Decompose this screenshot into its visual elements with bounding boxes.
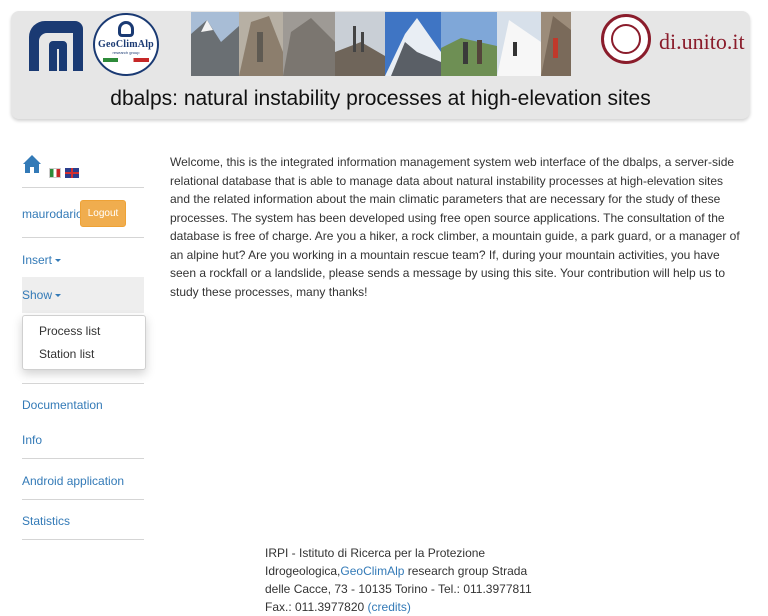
menu-item-process-list[interactable]: Process list [39, 324, 100, 338]
username-link[interactable]: maurodario [22, 207, 83, 221]
cnr-logo[interactable] [23, 15, 87, 73]
page-title: dbalps: natural instability processes at… [110, 87, 651, 110]
credits-link[interactable]: (credits) [368, 600, 411, 614]
geoclimalp-link[interactable]: GeoClimAlp [340, 564, 404, 578]
geoclimalp-sub: research group [112, 50, 140, 55]
documentation-link[interactable]: Documentation [22, 398, 103, 412]
home-icon[interactable] [22, 154, 42, 174]
insert-menu[interactable]: Insert [22, 253, 62, 267]
menu-item-station-list[interactable]: Station list [39, 347, 94, 361]
unito-seal-inner-icon [611, 24, 641, 54]
android-application-link[interactable]: Android application [22, 474, 124, 488]
site-header: GeoClimAlp research group di.unito.it db… [11, 11, 750, 119]
insert-menu-label: Insert [22, 253, 53, 267]
italy-stripe-icon [103, 58, 149, 62]
unito-logo-text[interactable]: di.unito.it [659, 29, 745, 55]
sidebar-divider [22, 383, 144, 384]
geoclimalp-mark-icon [118, 21, 134, 37]
caret-down-icon [55, 259, 62, 263]
welcome-text: Welcome, this is the integrated informat… [170, 155, 740, 299]
sidebar-divider [22, 458, 144, 459]
sidebar-divider [22, 237, 144, 238]
show-menu[interactable]: Show [22, 288, 62, 302]
caret-down-icon [55, 294, 62, 298]
footer: IRPI - Istituto di Ricerca per la Protez… [265, 544, 555, 616]
sidebar-divider [22, 187, 144, 188]
show-dropdown-menu: Process list Station list [22, 315, 146, 370]
unito-seal-logo[interactable] [601, 14, 651, 64]
sidebar-divider [22, 539, 144, 540]
language-row [22, 154, 144, 178]
statistics-link[interactable]: Statistics [22, 514, 70, 528]
geoclimalp-logo[interactable]: GeoClimAlp research group [93, 13, 159, 76]
logout-button[interactable]: Logout [80, 200, 126, 227]
mountain-photo-banner [191, 12, 571, 76]
info-link[interactable]: Info [22, 433, 42, 447]
sidebar-divider [22, 499, 144, 500]
italian-flag-icon[interactable] [49, 168, 61, 178]
english-flag-icon[interactable] [65, 168, 79, 178]
show-menu-label: Show [22, 288, 53, 302]
geoclimalp-name: GeoClimAlp [98, 39, 154, 50]
